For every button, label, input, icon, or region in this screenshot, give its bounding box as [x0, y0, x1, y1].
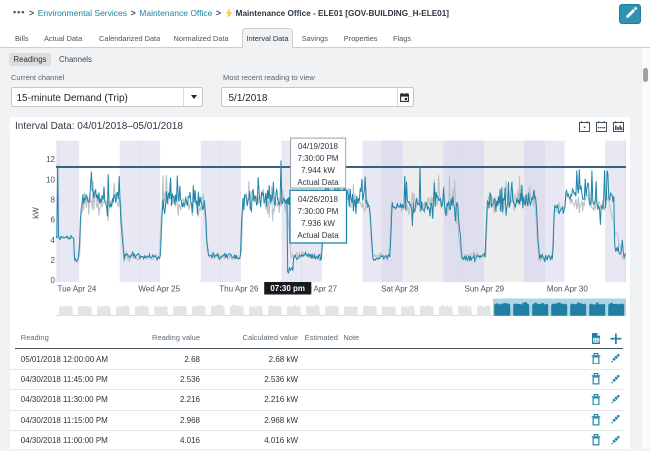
svg-text:Wed Apr 25: Wed Apr 25	[138, 285, 180, 294]
svg-text:2: 2	[51, 256, 56, 265]
svg-text:Tue Apr 24: Tue Apr 24	[58, 285, 97, 294]
svg-text:Mon Apr 30: Mon Apr 30	[547, 285, 588, 294]
svg-text:7:30:00 PM: 7:30:00 PM	[298, 154, 339, 163]
svg-text:Actual Data: Actual Data	[297, 178, 339, 187]
svg-text:7.936 kW: 7.936 kW	[301, 219, 335, 228]
svg-text:8: 8	[51, 196, 56, 205]
svg-text:Thu Apr 26: Thu Apr 26	[219, 285, 259, 294]
svg-text:04/19/2018: 04/19/2018	[298, 142, 339, 151]
svg-text:kW: kW	[32, 207, 41, 219]
svg-text:Sun Apr 29: Sun Apr 29	[465, 285, 505, 294]
svg-text:6: 6	[51, 216, 56, 225]
svg-text:7.944 kW: 7.944 kW	[301, 166, 335, 175]
svg-text:4: 4	[51, 236, 56, 245]
svg-text:04/26/2018: 04/26/2018	[298, 195, 339, 204]
svg-text:0: 0	[51, 276, 56, 285]
svg-text:07:30 pm: 07:30 pm	[270, 284, 305, 293]
svg-text:Actual Data: Actual Data	[297, 231, 339, 240]
svg-text:Sat Apr 28: Sat Apr 28	[381, 285, 419, 294]
svg-text:12: 12	[46, 155, 55, 164]
svg-text:10: 10	[46, 176, 55, 185]
svg-text:7:30:00 PM: 7:30:00 PM	[298, 207, 339, 216]
